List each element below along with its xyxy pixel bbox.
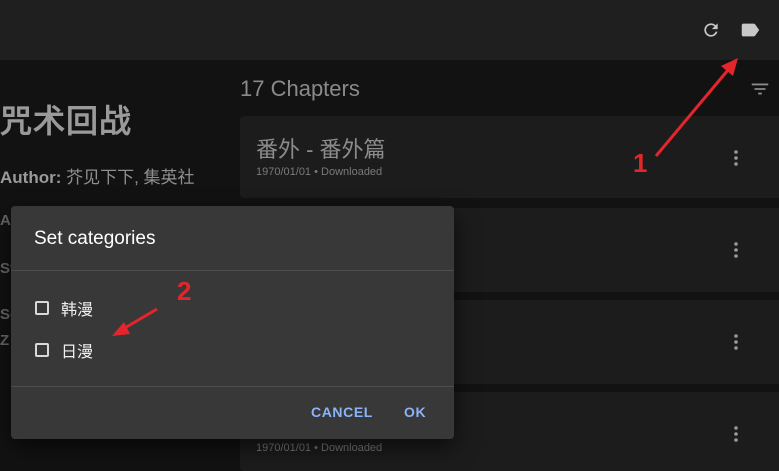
annotation-arrows: [112, 58, 738, 336]
annotation-label-2: 2: [177, 276, 192, 306]
annotation-arrow-2: [112, 307, 158, 336]
annotation-label-1: 1: [633, 148, 648, 178]
annotation-arrow-1: [654, 58, 738, 157]
